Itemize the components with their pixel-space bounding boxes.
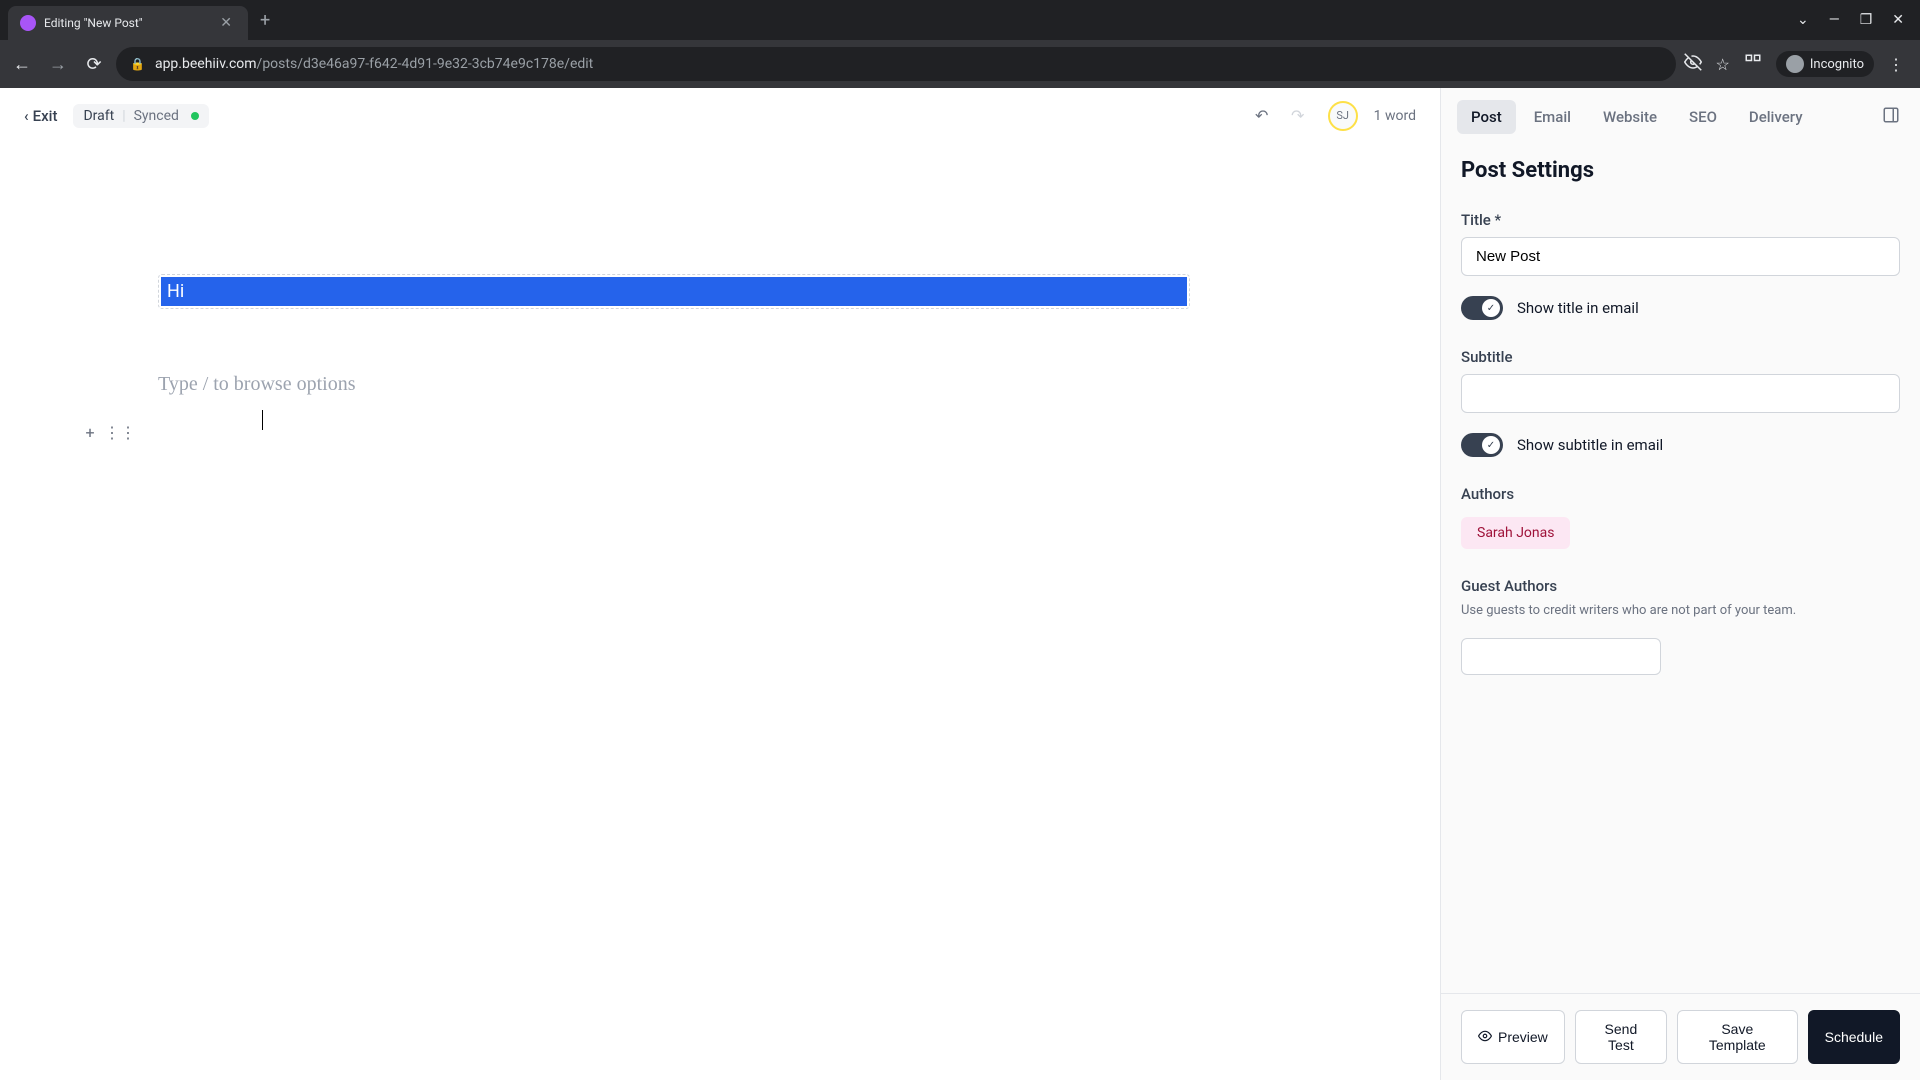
author-chip[interactable]: Sarah Jonas [1461,517,1570,549]
back-button[interactable]: ← [8,50,36,78]
extensions-icon[interactable] [1744,53,1762,75]
subtitle-input[interactable] [1461,374,1900,413]
text-cursor [262,410,1360,434]
undo-button[interactable]: ↶ [1248,102,1276,130]
close-window-icon[interactable]: ✕ [1892,12,1904,28]
send-test-button[interactable]: Send Test [1575,1010,1667,1064]
settings-sidebar: Post Email Website SEO Delivery Post Set… [1440,88,1920,1080]
browser-toolbar: ← → ⟳ 🔒 app.beehiiv.com/posts/d3e46a97-f… [0,40,1920,88]
editor-body[interactable]: + ⋮⋮ Hi Type / to browse options [0,144,1440,1080]
content-block[interactable]: Hi [158,274,1190,309]
check-icon: ✓ [1482,436,1500,454]
word-count: 1 word [1374,108,1416,124]
lock-icon: 🔒 [130,57,145,71]
save-template-button[interactable]: Save Template [1677,1010,1798,1064]
maximize-icon[interactable]: ❐ [1860,12,1873,28]
tab-post[interactable]: Post [1457,100,1516,134]
slash-placeholder: Type / to browse options [158,373,1360,396]
tab-title: Editing "New Post" [44,16,216,30]
drag-handle-icon[interactable]: ⋮⋮ [108,420,132,444]
title-input[interactable] [1461,237,1900,276]
add-block-button[interactable]: + [78,420,102,444]
minimize-icon[interactable]: ― [1829,12,1840,28]
show-subtitle-toggle[interactable]: ✓ [1461,433,1503,457]
window-controls: ⌄ ― ❐ ✕ [1797,12,1920,28]
incognito-icon [1786,55,1804,73]
url-text: app.beehiiv.com/posts/d3e46a97-f642-4d91… [155,56,593,72]
sync-dot-icon [191,112,199,120]
preview-button[interactable]: Preview [1461,1010,1565,1064]
guest-author-input[interactable] [1461,638,1661,675]
collapse-panel-icon[interactable] [1878,102,1904,132]
draft-status-badge: Draft | Synced [73,104,208,128]
chevron-down-icon[interactable]: ⌄ [1797,12,1809,28]
menu-icon[interactable]: ⋮ [1888,55,1904,74]
browser-tab[interactable]: Editing "New Post" ✕ [8,6,248,40]
show-subtitle-label: Show subtitle in email [1517,436,1663,454]
eye-off-icon[interactable] [1684,53,1702,75]
guest-help-text: Use guests to credit writers who are not… [1461,603,1900,618]
guest-authors-label: Guest Authors [1461,577,1900,595]
eye-icon [1478,1029,1492,1046]
sidebar-tabs: Post Email Website SEO Delivery [1441,88,1920,146]
show-title-toggle[interactable]: ✓ [1461,296,1503,320]
forward-button[interactable]: → [44,50,72,78]
chevron-left-icon: ‹ [24,107,29,125]
reload-button[interactable]: ⟳ [80,50,108,78]
incognito-badge[interactable]: Incognito [1776,51,1874,77]
close-tab-icon[interactable]: ✕ [216,15,236,31]
address-bar[interactable]: 🔒 app.beehiiv.com/posts/d3e46a97-f642-4d… [116,47,1676,81]
schedule-button[interactable]: Schedule [1808,1010,1900,1064]
settings-title: Post Settings [1461,158,1900,183]
subtitle-label: Subtitle [1461,348,1900,366]
sidebar-footer: Preview Send Test Save Template Schedule [1441,993,1920,1080]
editor-header: ‹ Exit Draft | Synced ↶ ↷ SJ 1 word [0,88,1440,144]
title-label: Title * [1461,211,1900,229]
browser-tab-strip: Editing "New Post" ✕ + ⌄ ― ❐ ✕ [0,0,1920,40]
selected-text[interactable]: Hi [161,277,1187,306]
show-title-label: Show title in email [1517,299,1639,317]
redo-button[interactable]: ↷ [1284,102,1312,130]
tab-website[interactable]: Website [1589,100,1671,134]
editor-area: ‹ Exit Draft | Synced ↶ ↷ SJ 1 word + ⋮⋮ [0,88,1440,1080]
tab-delivery[interactable]: Delivery [1735,100,1817,134]
user-avatar[interactable]: SJ [1328,101,1358,131]
check-icon: ✓ [1482,299,1500,317]
favicon-icon [20,15,36,31]
authors-label: Authors [1461,485,1900,503]
star-icon[interactable]: ☆ [1716,55,1730,74]
new-tab-button[interactable]: + [260,10,270,31]
exit-button[interactable]: ‹ Exit [24,107,57,125]
tab-email[interactable]: Email [1520,100,1585,134]
tab-seo[interactable]: SEO [1675,100,1731,134]
